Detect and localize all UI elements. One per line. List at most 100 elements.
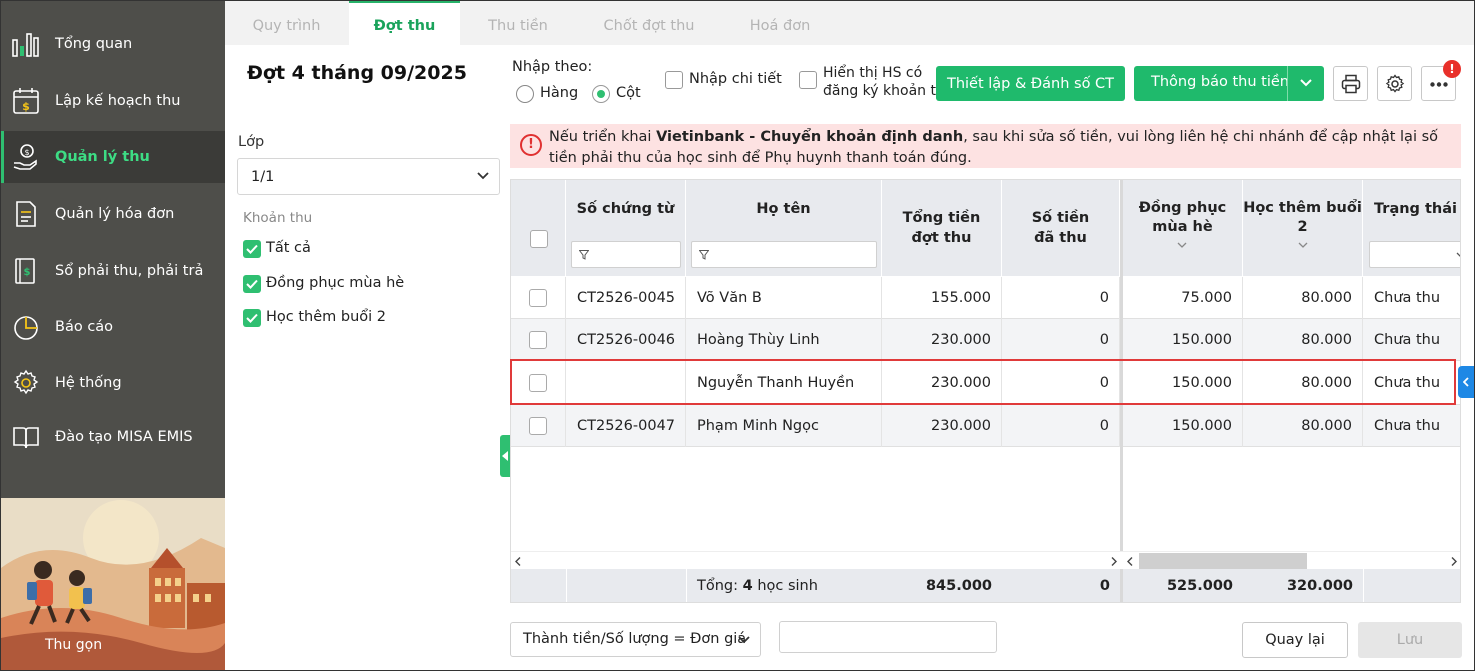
- input-by-row-label: Hàng: [540, 85, 579, 101]
- scroll-left-icon[interactable]: [515, 557, 521, 566]
- uniform-cell[interactable]: 150.000: [1123, 319, 1243, 361]
- total-cell[interactable]: 230.000: [882, 361, 1002, 405]
- sidebar-item-training[interactable]: Đào tạo MISA EMIS: [1, 409, 225, 465]
- extra-class-cell[interactable]: 80.000: [1243, 361, 1363, 405]
- fee-table: Số chứng từ Họ tên Tổng tiền đợt thu Số …: [510, 179, 1461, 603]
- chevron-down-icon[interactable]: [1300, 79, 1312, 87]
- gear-icon: [1385, 74, 1405, 93]
- horizontal-scrollbar[interactable]: [511, 551, 1460, 569]
- sidebar-item-ledger[interactable]: $ Sổ phải thu, phải trả: [1, 243, 225, 299]
- name-cell[interactable]: Võ Văn B: [686, 277, 882, 319]
- tab-invoice[interactable]: Hoá đơn: [722, 1, 838, 45]
- extra-class-cell[interactable]: 80.000: [1243, 405, 1363, 447]
- status-cell[interactable]: Chưa thu: [1363, 361, 1460, 405]
- header-status-label: Trạng thái thu: [1374, 201, 1460, 217]
- sidebar-item-label: Lập kế hoạch thu: [55, 93, 181, 109]
- input-by-row-radio[interactable]: [516, 85, 534, 103]
- doc-no-cell[interactable]: CT2526-0045: [566, 277, 686, 319]
- paid-cell[interactable]: 0: [1002, 277, 1120, 319]
- save-button[interactable]: Lưu: [1358, 622, 1462, 658]
- uniform-cell[interactable]: 150.000: [1123, 405, 1243, 447]
- status-filter-select[interactable]: [1369, 241, 1460, 268]
- detail-input-checkbox[interactable]: [665, 71, 683, 89]
- sidebar-item-system[interactable]: Hệ thống: [1, 355, 225, 411]
- setup-numbering-button[interactable]: Thiết lập & Đánh số CT: [936, 66, 1125, 101]
- scroll-right-icon[interactable]: [1111, 557, 1117, 566]
- header-extra-class[interactable]: Học thêm buổi 2: [1243, 180, 1363, 276]
- total-cell[interactable]: 230.000: [882, 405, 1002, 447]
- total-cell[interactable]: 230.000: [882, 319, 1002, 361]
- sidebar-item-reports[interactable]: Báo cáo: [1, 299, 225, 355]
- calendar-money-icon: $: [13, 88, 39, 114]
- header-uniform-line1: Đồng phục: [1138, 200, 1227, 216]
- tab-close-period[interactable]: Chốt đợt thu: [585, 1, 713, 45]
- payment-notice-label: Thông báo thu tiền: [1151, 74, 1289, 90]
- chevron-down-icon: [477, 172, 489, 180]
- side-panel-toggle[interactable]: [1458, 366, 1475, 398]
- paid-cell[interactable]: 0: [1002, 405, 1120, 447]
- extra-class-cell[interactable]: 80.000: [1243, 319, 1363, 361]
- name-cell[interactable]: Phạm Minh Ngọc: [686, 405, 882, 447]
- doc-no-filter-input[interactable]: [571, 241, 681, 268]
- paid-cell[interactable]: 0: [1002, 361, 1120, 405]
- doc-no-cell[interactable]: [566, 361, 686, 405]
- name-filter-input[interactable]: [691, 241, 877, 268]
- payment-notice-button[interactable]: Thông báo thu tiền: [1134, 66, 1324, 101]
- printer-icon: [1341, 74, 1361, 94]
- fee-checkbox-uniform[interactable]: [243, 275, 261, 293]
- scrollbar-thumb[interactable]: [1139, 553, 1307, 569]
- row-checkbox[interactable]: [529, 331, 547, 349]
- filter-icon: [699, 250, 709, 260]
- button-divider: [1287, 66, 1288, 101]
- status-cell[interactable]: Chưa thu: [1363, 319, 1460, 361]
- fee-checkbox-extra-class[interactable]: [243, 309, 261, 327]
- total-cell[interactable]: 155.000: [882, 277, 1002, 319]
- doc-no-cell[interactable]: CT2526-0047: [566, 405, 686, 447]
- row-checkbox[interactable]: [529, 417, 547, 435]
- collapse-sidebar-button[interactable]: Thu gọn: [45, 637, 102, 653]
- paid-cell[interactable]: 0: [1002, 319, 1120, 361]
- table-row[interactable]: CT2526-0047 Phạm Minh Ngọc 230.000 0 150…: [511, 405, 1460, 447]
- uniform-cell[interactable]: 75.000: [1123, 277, 1243, 319]
- sidebar-item-overview[interactable]: Tổng quan: [1, 16, 225, 72]
- show-registered-checkbox[interactable]: [799, 71, 817, 89]
- row-checkbox[interactable]: [529, 374, 547, 392]
- sidebar-illustration: [1, 498, 225, 670]
- sidebar-item-revenue-management[interactable]: $ Quản lý thu: [1, 131, 225, 183]
- name-cell[interactable]: Hoàng Thùy Linh: [686, 319, 882, 361]
- sidebar-item-invoice-management[interactable]: Quản lý hóa đơn: [1, 186, 225, 242]
- table-row[interactable]: Nguyễn Thanh Huyền 230.000 0 150.000 80.…: [511, 361, 1460, 405]
- panel-splitter-handle[interactable]: [500, 435, 510, 477]
- tab-collection-period[interactable]: Đợt thu: [349, 1, 460, 45]
- tab-collect-money[interactable]: Thu tiền: [461, 1, 575, 45]
- row-checkbox[interactable]: [529, 289, 547, 307]
- input-by-column-radio[interactable]: [592, 85, 610, 103]
- table-row[interactable]: CT2526-0045 Võ Văn B 155.000 0 75.000 80…: [511, 277, 1460, 319]
- settings-button[interactable]: [1377, 66, 1412, 101]
- scroll-left-icon[interactable]: [1127, 557, 1133, 566]
- header-uniform[interactable]: Đồng phục mùa hè: [1123, 180, 1243, 276]
- fee-label-uniform: Đồng phục mùa hè: [266, 275, 405, 291]
- class-select[interactable]: 1/1: [237, 158, 500, 195]
- extra-class-cell[interactable]: 80.000: [1243, 277, 1363, 319]
- print-button[interactable]: [1333, 66, 1368, 101]
- header-extra-line1: Học thêm buổi: [1243, 200, 1362, 216]
- uniform-cell[interactable]: 150.000: [1123, 361, 1243, 405]
- sidebar-item-planning[interactable]: $ Lập kế hoạch thu: [1, 73, 225, 129]
- header-name: Họ tên: [686, 180, 882, 276]
- frozen-column-divider: [1120, 180, 1123, 602]
- formula-select[interactable]: Thành tiền/Số lượng = Đơn giá: [510, 622, 761, 657]
- name-cell[interactable]: Nguyễn Thanh Huyền: [686, 361, 882, 405]
- sidebar-item-label: Sổ phải thu, phải trả: [55, 263, 204, 279]
- tab-process[interactable]: Quy trình: [225, 1, 348, 45]
- formula-value-input[interactable]: [779, 621, 997, 653]
- doc-no-cell[interactable]: CT2526-0046: [566, 319, 686, 361]
- table-row[interactable]: CT2526-0046 Hoàng Thùy Linh 230.000 0 15…: [511, 319, 1460, 361]
- scroll-right-icon[interactable]: [1451, 557, 1457, 566]
- select-all-checkbox[interactable]: [530, 230, 548, 248]
- fee-checkbox-all[interactable]: [243, 240, 261, 258]
- status-cell[interactable]: Chưa thu: [1363, 277, 1460, 319]
- status-cell[interactable]: Chưa thu: [1363, 405, 1460, 447]
- formula-select-value: Thành tiền/Số lượng = Đơn giá: [523, 631, 747, 647]
- back-button[interactable]: Quay lại: [1242, 622, 1348, 658]
